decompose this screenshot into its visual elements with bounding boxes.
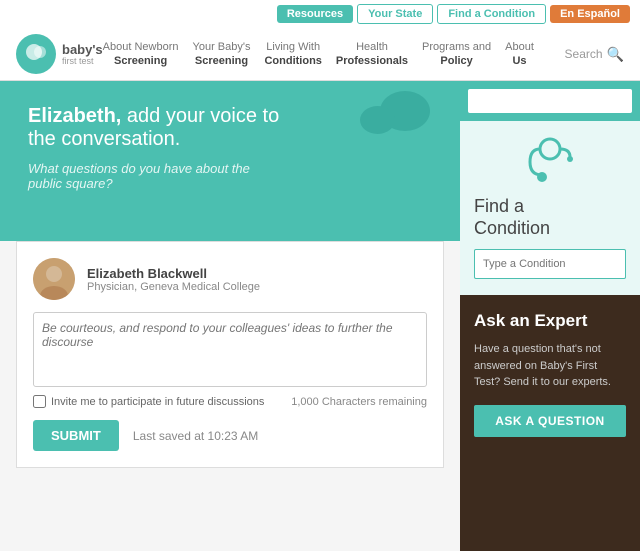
ask-expert-section: Ask an Expert Have a question that's not… xyxy=(460,295,640,551)
nav-about-us[interactable]: About Us xyxy=(505,40,534,69)
avatar xyxy=(33,258,75,300)
hero-banner: Elizabeth, add your voice to the convers… xyxy=(0,81,460,241)
resources-button[interactable]: Resources xyxy=(277,5,353,23)
nav-about-newborn[interactable]: About Newborn Screening xyxy=(103,40,179,69)
nav-living-with[interactable]: Living With Conditions xyxy=(264,40,321,69)
checkbox-wrap[interactable]: Invite me to participate in future discu… xyxy=(33,395,264,408)
nav-programs[interactable]: Programs and Policy xyxy=(422,40,491,69)
condition-input[interactable] xyxy=(475,252,626,276)
search-icon: 🔍 xyxy=(607,46,624,63)
char-count: 1,000 Characters remaining xyxy=(291,396,427,408)
user-details: Elizabeth Blackwell Physician, Geneva Me… xyxy=(87,266,260,293)
user-title: Physician, Geneva Medical College xyxy=(87,281,260,293)
sidebar: Find a Condition › Ask an Expert Have a … xyxy=(460,81,640,551)
ask-question-button[interactable]: ASK A QUESTION xyxy=(474,405,626,437)
sidebar-search-area xyxy=(460,81,640,121)
search-label: Search xyxy=(565,47,603,61)
stethoscope-icon xyxy=(474,137,626,190)
main-layout: Elizabeth, add your voice to the convers… xyxy=(0,81,640,551)
nav-health[interactable]: Health Professionals xyxy=(336,40,408,69)
ask-expert-text: Have a question that's not answered on B… xyxy=(474,341,626,391)
hero-title: Elizabeth, add your voice to the convers… xyxy=(28,105,288,151)
sidebar-search-input[interactable] xyxy=(468,89,632,113)
ask-expert-title: Ask an Expert xyxy=(474,311,626,331)
hero-greeting: Elizabeth, xyxy=(28,105,121,127)
your-state-button[interactable]: Your State xyxy=(357,4,433,24)
comment-textarea-wrap[interactable] xyxy=(33,312,427,387)
logo-name: baby's xyxy=(62,43,103,56)
hero-subtitle: What questions do you have about the pub… xyxy=(28,161,268,191)
search-area[interactable]: Search 🔍 xyxy=(565,46,624,63)
condition-input-wrap[interactable]: › xyxy=(474,249,626,279)
top-bar: Resources Your State Find a Condition En… xyxy=(0,0,640,28)
submit-button[interactable]: SUBMIT xyxy=(33,420,119,451)
hero-bubbles xyxy=(360,91,430,151)
submit-row: SUBMIT Last saved at 10:23 AM xyxy=(33,420,427,451)
find-condition-section: Find a Condition › xyxy=(460,121,640,295)
find-condition-button[interactable]: Find a Condition xyxy=(437,4,546,24)
logo-circle xyxy=(16,34,56,74)
chat-bubble-small xyxy=(360,106,395,134)
form-footer: Invite me to participate in future discu… xyxy=(33,395,427,408)
main-nav: About Newborn Screening Your Baby's Scre… xyxy=(103,40,565,69)
espanol-button[interactable]: En Español xyxy=(550,5,630,23)
user-name: Elizabeth Blackwell xyxy=(87,266,260,281)
invite-checkbox[interactable] xyxy=(33,395,46,408)
logo-sub: first test xyxy=(62,56,103,66)
form-card: Elizabeth Blackwell Physician, Geneva Me… xyxy=(16,241,444,468)
nav-your-babys[interactable]: Your Baby's Screening xyxy=(193,40,251,69)
saved-text: Last saved at 10:23 AM xyxy=(133,429,258,443)
find-condition-title: Find a Condition xyxy=(474,196,626,239)
comment-textarea[interactable] xyxy=(42,321,418,378)
checkbox-label: Invite me to participate in future discu… xyxy=(51,396,264,408)
content-area: Elizabeth, add your voice to the convers… xyxy=(0,81,460,551)
logo[interactable]: baby's first test xyxy=(16,34,103,74)
header: baby's first test About Newborn Screenin… xyxy=(0,28,640,81)
user-info: Elizabeth Blackwell Physician, Geneva Me… xyxy=(33,258,427,300)
